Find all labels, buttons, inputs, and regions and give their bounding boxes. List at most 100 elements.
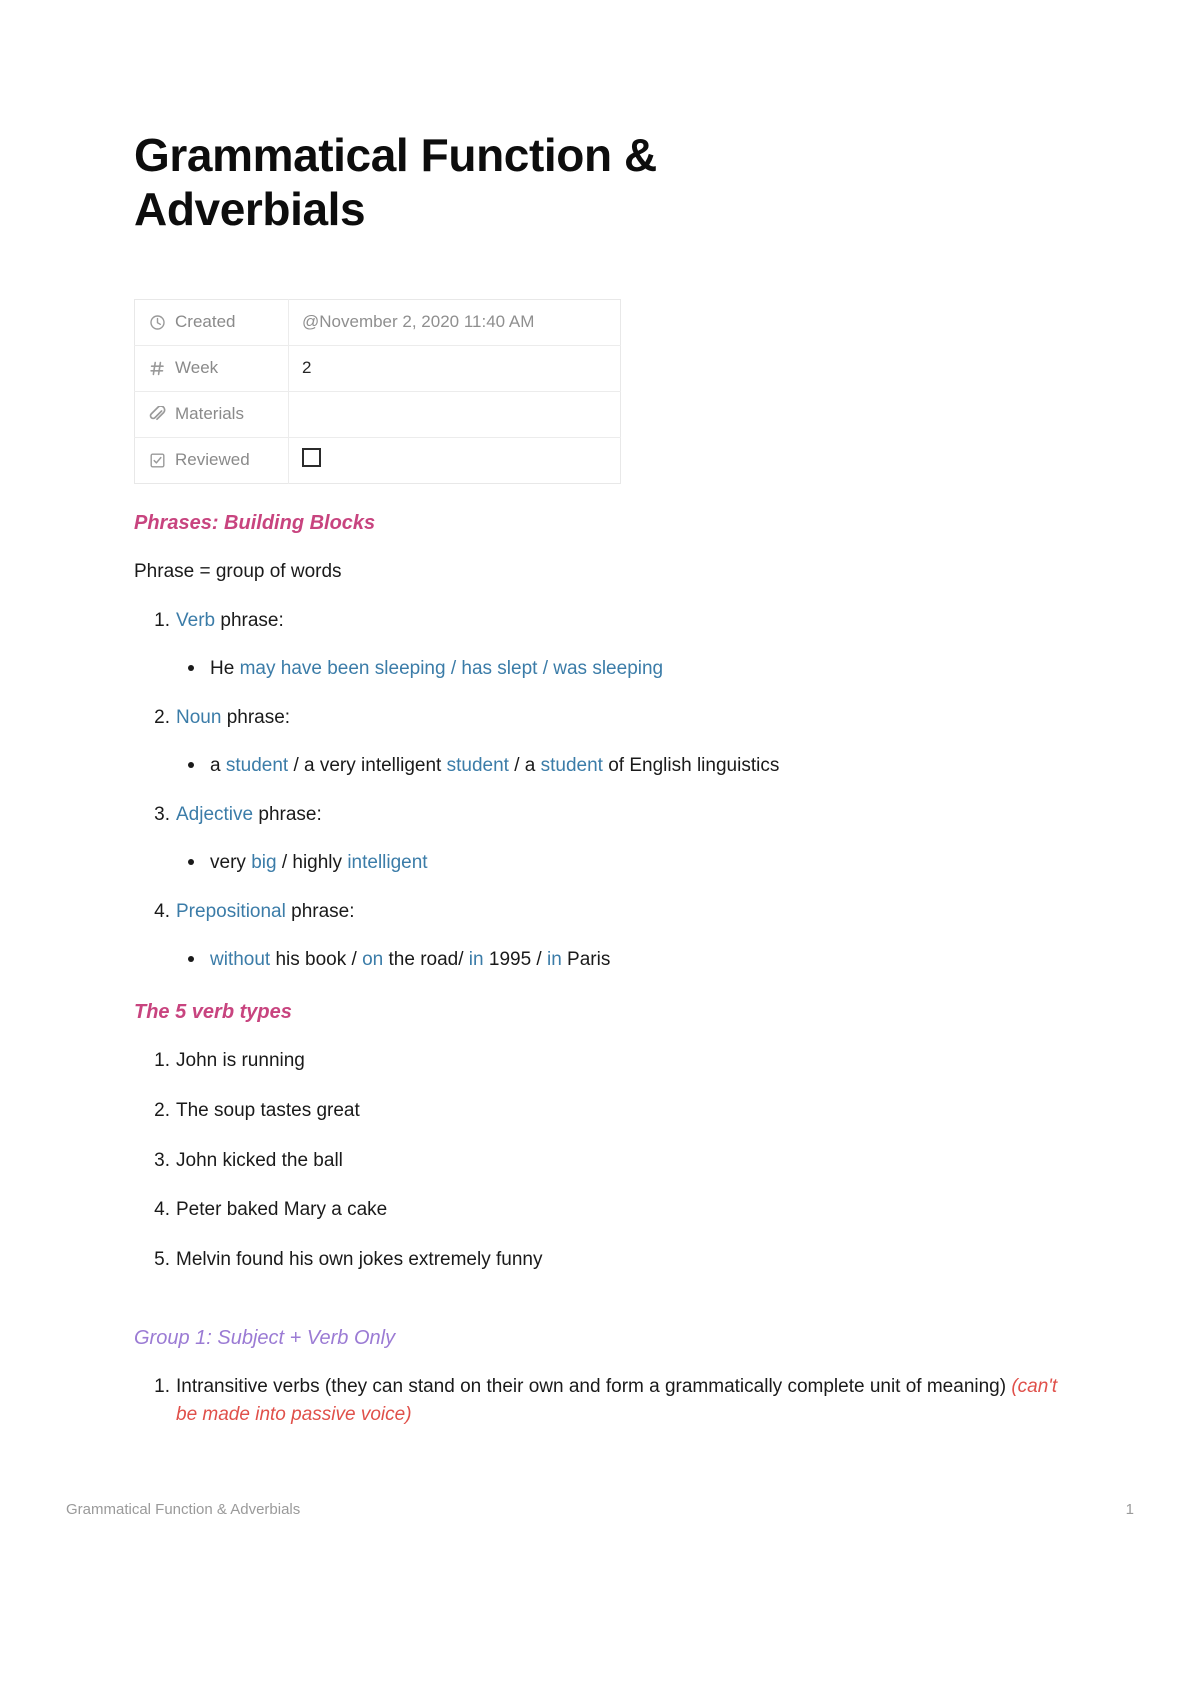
- list-item: a student / a very intelligent student /…: [176, 752, 1074, 780]
- example-plain: He: [210, 657, 240, 679]
- phrase-definition: Phrase = group of words: [134, 560, 342, 582]
- list-item: 2. Noun phrase: a student / a very intel…: [134, 704, 1074, 779]
- phrase-term: Prepositional: [176, 901, 286, 923]
- list-marker: 3.: [154, 804, 170, 826]
- section-heading-phrases: Phrases: Building Blocks: [134, 511, 376, 534]
- list-item-text: The soup tastes great: [176, 1100, 360, 1121]
- checkbox-icon: [149, 452, 166, 469]
- phrase-term-rest: phrase:: [215, 610, 284, 632]
- example-plain: the road/: [383, 948, 469, 970]
- list-item: 2. The soup tastes great: [134, 1097, 1074, 1125]
- verb-types-list: 1. John is running 2. The soup tastes gr…: [134, 1047, 1074, 1273]
- list-item: 1. Intransitive verbs (they can stand on…: [134, 1373, 1074, 1428]
- example-highlight: in: [468, 948, 484, 970]
- list-item: 4. Peter baked Mary a cake: [134, 1196, 1074, 1224]
- table-row: Reviewed: [134, 437, 621, 484]
- page-title: Grammatical Function & Adverbials: [134, 129, 657, 236]
- list-marker: 4.: [154, 901, 170, 923]
- phrase-example-list: He may have been sleeping / has slept / …: [176, 655, 1074, 683]
- example-plain: a: [210, 754, 226, 776]
- table-row: Created @November 2, 2020 11:40 AM: [134, 299, 621, 346]
- paperclip-icon: [149, 405, 166, 423]
- property-label: Reviewed: [175, 450, 250, 470]
- example-highlight: big: [251, 851, 277, 873]
- bullet-dot: [188, 761, 194, 768]
- section-heading-group1: Group 1: Subject + Verb Only: [134, 1327, 396, 1350]
- list-item-text: John is running: [176, 1050, 305, 1072]
- list-item: 3. Adjective phrase: very big / highly i…: [134, 801, 1074, 876]
- example-highlight: on: [362, 948, 384, 970]
- phrase-term: Verb: [176, 610, 216, 632]
- property-label: Week: [175, 358, 219, 378]
- list-marker: 1.: [154, 1050, 170, 1072]
- example-highlight: may have been sleeping / has slept / was…: [239, 657, 664, 679]
- phrase-term-rest: phrase:: [285, 901, 355, 923]
- example-plain: / a very intelligent: [288, 754, 447, 776]
- group1-list: 1. Intransitive verbs (they can stand on…: [134, 1373, 1074, 1428]
- property-key-week: Week: [134, 345, 289, 392]
- list-item: 4. Prepositional phrase: without his boo…: [134, 898, 1074, 973]
- bullet-dot: [188, 858, 194, 865]
- list-marker: 5.: [154, 1248, 170, 1270]
- property-key-materials: Materials: [134, 391, 289, 438]
- example-highlight: intelligent: [347, 851, 428, 873]
- phrase-term-rest: phrase:: [253, 804, 322, 826]
- list-item-text: Intransitive verbs (they can stand on th…: [176, 1376, 1012, 1398]
- list-marker: 2.: [154, 707, 170, 729]
- phrase-type-list: 1. Verb phrase: He may have been sleepin…: [134, 607, 1074, 973]
- example-plain: / a: [508, 754, 541, 776]
- list-item: 1. John is running: [134, 1047, 1074, 1075]
- table-row: Week 2: [134, 345, 621, 392]
- bullet-dot: [188, 955, 194, 962]
- list-marker: 3.: [154, 1149, 170, 1171]
- list-marker: 1.: [154, 1376, 170, 1398]
- list-item: very big / highly intelligent: [176, 849, 1074, 877]
- example-plain: / highly: [276, 851, 348, 873]
- properties-table: Created @November 2, 2020 11:40 AM Week …: [134, 298, 621, 484]
- list-marker: 2.: [154, 1100, 170, 1121]
- example-highlight: student: [446, 754, 509, 776]
- property-key-reviewed: Reviewed: [134, 437, 289, 484]
- property-value-created[interactable]: @November 2, 2020 11:40 AM: [289, 299, 621, 345]
- bullet-dot: [188, 664, 194, 671]
- list-marker: 4.: [154, 1199, 170, 1221]
- document-page: Grammatical Function & Adverbials Create…: [0, 0, 1200, 1698]
- example-plain: of English linguistics: [602, 754, 780, 776]
- example-plain: 1995 /: [483, 948, 547, 970]
- example-plain: his book /: [270, 948, 363, 970]
- clock-icon: [149, 314, 166, 331]
- phrase-term: Adjective: [176, 804, 254, 826]
- list-item-text: John kicked the ball: [176, 1149, 343, 1171]
- list-item: 5. Melvin found his own jokes extremely …: [134, 1246, 1074, 1274]
- reviewed-checkbox[interactable]: [302, 448, 321, 468]
- example-plain: very: [210, 851, 252, 873]
- table-row: Materials: [134, 391, 621, 438]
- phrase-term: Noun: [176, 707, 222, 729]
- footer-title: Grammatical Function & Adverbials: [66, 1501, 301, 1518]
- property-value-materials[interactable]: [289, 391, 621, 437]
- footer-page-number: 1: [1125, 1501, 1134, 1518]
- list-item: 3. John kicked the ball: [134, 1147, 1074, 1175]
- document-content: Grammatical Function & Adverbials Create…: [134, 128, 1074, 1428]
- list-item: without his book / on the road/ in 1995 …: [176, 946, 1074, 974]
- property-label: Materials: [175, 404, 244, 424]
- list-item-text: Peter baked Mary a cake: [176, 1199, 388, 1221]
- section-heading-verb-types: The 5 verb types: [134, 1001, 292, 1024]
- phrase-example-list: without his book / on the road/ in 1995 …: [176, 946, 1074, 974]
- page-footer: Grammatical Function & Adverbials 1: [66, 1501, 1134, 1518]
- hash-icon: [149, 360, 166, 377]
- list-marker: 1.: [154, 610, 170, 632]
- property-value-reviewed[interactable]: [289, 437, 621, 483]
- phrase-term-rest: phrase:: [221, 707, 291, 729]
- example-highlight: without: [210, 948, 271, 970]
- phrase-example-list: a student / a very intelligent student /…: [176, 752, 1074, 780]
- example-plain: Paris: [561, 948, 611, 970]
- example-highlight: student: [540, 754, 603, 776]
- list-item-text: Melvin found his own jokes extremely fun…: [176, 1248, 543, 1270]
- example-highlight: in: [546, 948, 562, 970]
- list-item: 1. Verb phrase: He may have been sleepin…: [134, 607, 1074, 682]
- property-value-week[interactable]: 2: [289, 345, 621, 391]
- property-key-created: Created: [134, 299, 289, 346]
- example-highlight: student: [225, 754, 289, 776]
